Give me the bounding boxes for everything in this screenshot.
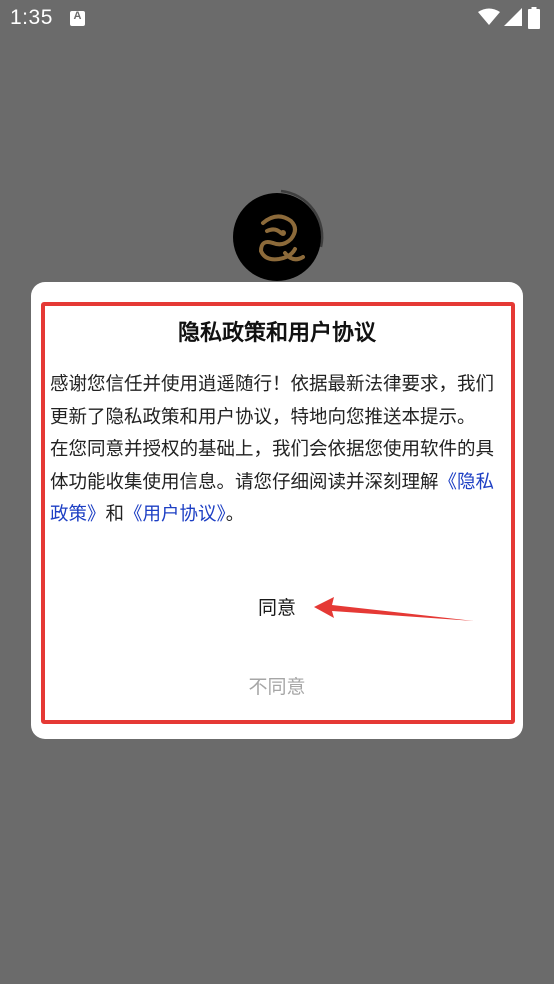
body-text: 在您同意并授权的基础上，我们会依据您使用软件的具体功能收集使用信息。请您仔细阅读…: [50, 439, 495, 493]
dialog-body: 感谢您信任并使用逍遥随行！依据最新法律要求，我们更新了隐私政策和用户协议，特地向…: [50, 369, 508, 532]
arrow-annotation: [314, 597, 474, 621]
user-agreement-link[interactable]: 《用户协议》: [124, 504, 226, 525]
status-bar: 1:35 A: [0, 0, 554, 38]
battery-icon: [528, 7, 540, 29]
body-paragraph-2: 在您同意并授权的基础上，我们会依据您使用软件的具体功能收集使用信息。请您仔细阅读…: [50, 434, 508, 532]
wifi-icon: [478, 8, 500, 25]
dragon-logo-icon: [258, 214, 305, 262]
privacy-dialog: 隐私政策和用户协议 感谢您信任并使用逍遥随行！依据最新法律要求，我们更新了隐私政…: [31, 282, 523, 739]
app-logo: [233, 193, 321, 281]
dialog-title: 隐私政策和用户协议: [177, 321, 376, 346]
disagree-button[interactable]: 不同意: [227, 672, 327, 699]
and-text: 和: [105, 504, 125, 526]
a-notification-icon: A: [70, 10, 85, 26]
status-time: 1:35: [10, 6, 53, 29]
body-end: 。: [225, 504, 245, 526]
signal-icon: [504, 8, 522, 26]
body-paragraph-1: 感谢您信任并使用逍遥随行！依据最新法律要求，我们更新了隐私政策和用户协议，特地向…: [50, 374, 495, 428]
